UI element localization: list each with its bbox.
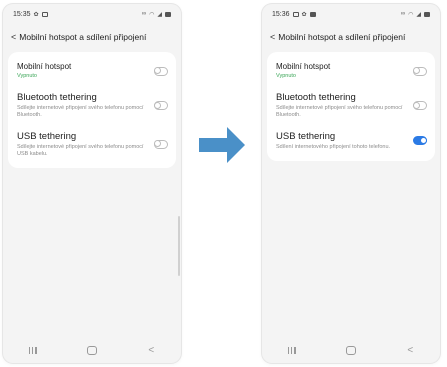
battery-icon [424, 11, 430, 17]
notification-icon [309, 11, 316, 17]
wifi-icon: ◠ [408, 11, 414, 18]
gear-icon: ✿ [301, 11, 307, 18]
back-button[interactable]: < [11, 32, 16, 42]
link-icon: ∞ [141, 11, 147, 17]
recent-apps-icon[interactable] [18, 340, 48, 360]
home-icon[interactable] [77, 340, 107, 360]
picture-icon [292, 11, 299, 17]
page-title: Mobilní hotspot a sdílení připojení [19, 32, 147, 42]
bluetooth-tethering-toggle[interactable] [413, 100, 427, 110]
setting-bluetooth-tethering[interactable]: Bluetooth tethering Sdílejte internetové… [8, 86, 176, 125]
back-button[interactable]: < [270, 32, 275, 42]
setting-mobile-hotspot[interactable]: Mobilní hotspot Vypnuto [8, 56, 176, 86]
back-icon[interactable]: < [395, 340, 425, 360]
setting-subtitle: Sdílejte internetové připojení svého tel… [17, 143, 144, 157]
mobile-hotspot-toggle[interactable] [413, 66, 427, 76]
status-time: 15:35 [13, 10, 31, 18]
setting-title: USB tethering [276, 130, 336, 142]
status-bar: 15:35 ✿ ∞ ◠ ◢ [3, 4, 181, 24]
nav-bar: < [3, 337, 181, 363]
back-icon[interactable]: < [136, 340, 166, 360]
setting-subtitle: Sdílejte internetové připojení svého tel… [17, 105, 144, 118]
setting-title: Bluetooth tethering [276, 92, 356, 103]
gear-icon: ✿ [33, 11, 39, 18]
setting-usb-tethering[interactable]: USB tethering Sdílejte internetové připo… [8, 125, 176, 164]
mobile-hotspot-toggle[interactable] [154, 66, 168, 76]
home-icon[interactable] [336, 340, 366, 360]
signal-icon: ◢ [157, 11, 162, 18]
recent-apps-icon[interactable] [277, 340, 307, 360]
setting-bluetooth-tethering[interactable]: Bluetooth tethering Sdílejte internetové… [267, 86, 435, 125]
settings-card: Mobilní hotspot Vypnuto Bluetooth tether… [267, 52, 435, 161]
usb-tethering-toggle[interactable] [413, 136, 427, 146]
header: < Mobilní hotspot a sdílení připojení [262, 24, 440, 52]
battery-icon [165, 11, 171, 17]
right-arrow-icon [199, 127, 245, 163]
setting-mobile-hotspot[interactable]: Mobilní hotspot Vypnuto [267, 56, 435, 86]
bluetooth-tethering-toggle[interactable] [154, 100, 168, 110]
setting-subtitle: Sdílejte internetové připojení svého tel… [276, 105, 403, 118]
setting-usb-tethering[interactable]: USB tethering Sdílení internetového přip… [267, 125, 435, 157]
picture-icon [41, 11, 48, 17]
setting-subtitle: Vypnuto [276, 73, 296, 80]
setting-title: Mobilní hotspot [276, 62, 331, 72]
scrollbar[interactable] [178, 216, 180, 276]
usb-tethering-toggle[interactable] [154, 139, 168, 149]
phone-before: 15:35 ✿ ∞ ◠ ◢ < Mobilní hotspot a sdílen… [3, 4, 181, 363]
setting-subtitle: Sdílení internetového připojení tohoto t… [276, 143, 391, 150]
setting-subtitle: Vypnuto [17, 73, 37, 80]
header: < Mobilní hotspot a sdílení připojení [3, 24, 181, 52]
link-icon: ∞ [400, 11, 406, 17]
status-time: 15:36 [272, 10, 290, 18]
settings-card: Mobilní hotspot Vypnuto Bluetooth tether… [8, 52, 176, 168]
setting-title: Mobilní hotspot [17, 62, 72, 72]
wifi-icon: ◠ [149, 11, 155, 18]
status-bar: 15:36 ✿ ∞ ◠ ◢ [262, 4, 440, 24]
setting-title: USB tethering [17, 130, 77, 142]
phone-after: 15:36 ✿ ∞ ◠ ◢ < Mobilní hotspot a sdílen… [262, 4, 440, 363]
nav-bar: < [262, 337, 440, 363]
page-title: Mobilní hotspot a sdílení připojení [278, 32, 406, 42]
signal-icon: ◢ [416, 11, 421, 18]
setting-title: Bluetooth tethering [17, 92, 97, 103]
